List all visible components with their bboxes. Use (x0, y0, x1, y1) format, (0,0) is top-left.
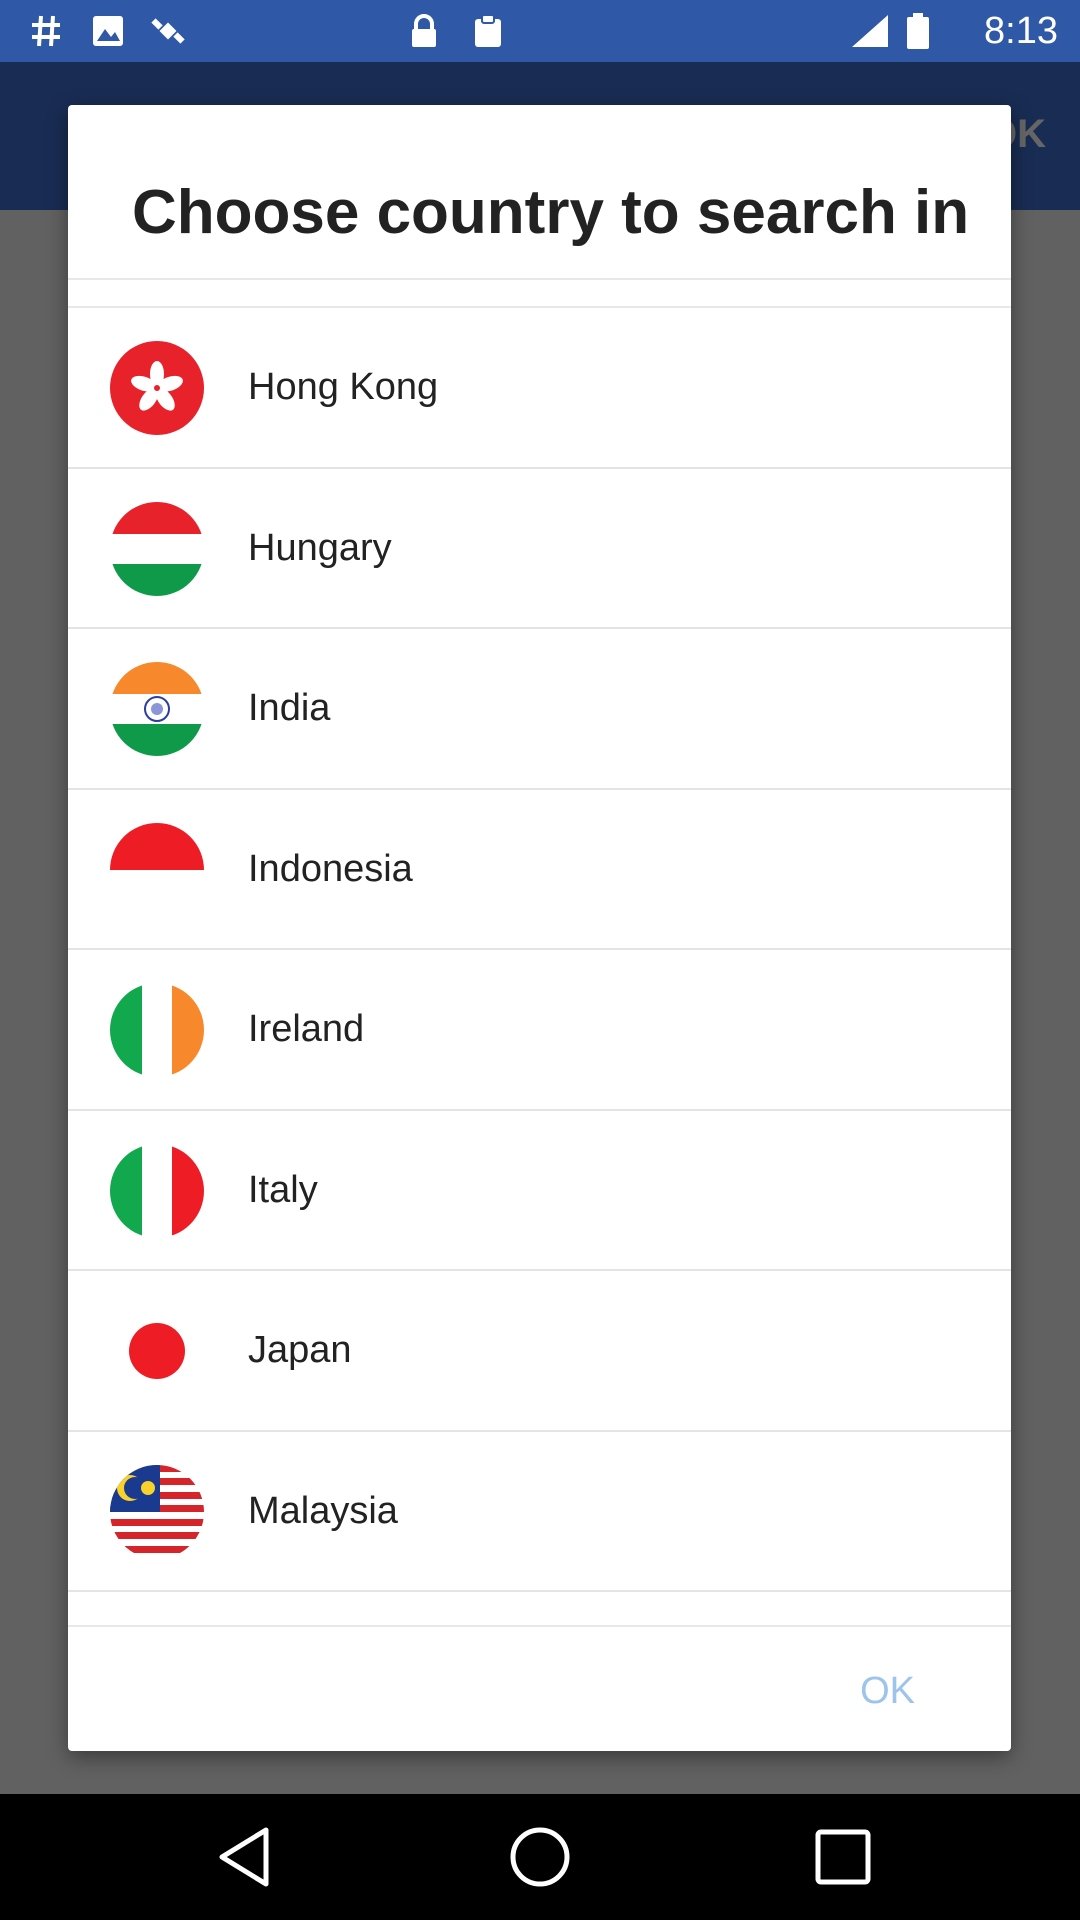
country-row-hungary[interactable]: Hungary (68, 469, 1011, 629)
country-label: Malaysia (248, 1489, 398, 1532)
country-label: Hong Kong (248, 366, 439, 408)
country-row-italy[interactable]: Italy (68, 1111, 1011, 1271)
indonesia-flag-icon (110, 822, 204, 917)
country-label: Ireland (248, 1008, 365, 1050)
country-row-hong-kong[interactable]: Hong Kong (68, 308, 1011, 469)
bottom-divider (68, 1625, 1011, 1627)
lock-icon (412, 14, 436, 47)
country-label: Japan (248, 1329, 352, 1371)
fake-gps-icon (151, 18, 185, 44)
battery-icon (907, 13, 929, 49)
clipboard-icon (475, 14, 501, 47)
country-label: Indonesia (248, 847, 413, 890)
country-row-india[interactable]: India (68, 629, 1011, 790)
status-time: 8:13 (984, 10, 1058, 52)
italy-flag-icon (110, 1143, 204, 1238)
india-flag-icon (110, 662, 204, 756)
country-dialog: Choose country to search in Hong Kong Hu… (68, 105, 1011, 1751)
dialog-title: Choose country to search in (132, 178, 970, 247)
back-icon[interactable] (210, 1822, 280, 1892)
country-row-indonesia[interactable]: Indonesia (68, 790, 1011, 950)
japan-flag-icon (110, 1304, 204, 1398)
home-icon[interactable] (505, 1822, 575, 1892)
signal-icon (852, 15, 888, 47)
country-label: Hungary (248, 526, 392, 569)
recents-icon[interactable] (808, 1822, 878, 1892)
status-bar: 8:13 (0, 0, 1080, 62)
country-label: India (248, 687, 331, 729)
hong-kong-flag-icon (110, 341, 204, 435)
country-row-ireland[interactable]: Ireland (68, 950, 1011, 1111)
ok-button[interactable]: OK (860, 1670, 915, 1713)
country-list[interactable]: Hong Kong Hungary India Indonesia Irelan… (68, 308, 1011, 1592)
country-label: Italy (248, 1168, 318, 1211)
photos-icon (93, 16, 123, 46)
country-row-malaysia[interactable]: Malaysia (68, 1432, 1011, 1592)
hungary-flag-icon (110, 501, 204, 596)
malaysia-flag-icon (110, 1464, 204, 1559)
ireland-flag-icon (110, 983, 204, 1077)
title-divider (68, 278, 1011, 280)
navigation-bar (0, 1794, 1080, 1920)
country-row-japan[interactable]: Japan (68, 1271, 1011, 1432)
hashtag-icon (32, 15, 60, 47)
